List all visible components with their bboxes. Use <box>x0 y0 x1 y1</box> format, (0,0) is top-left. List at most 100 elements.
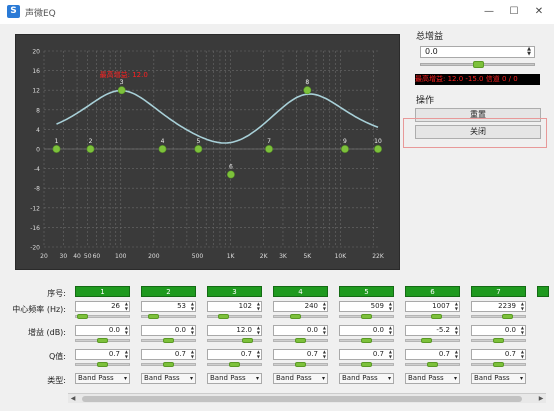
band-freq-slider-thumb[interactable] <box>147 314 159 319</box>
band-header-5[interactable]: 5 <box>339 286 394 297</box>
band-type-select[interactable]: Band Pass ▾ <box>471 373 526 384</box>
spin-arrows-icon[interactable]: ▲ ▼ <box>257 301 260 311</box>
band-header-4[interactable]: 4 <box>273 286 328 297</box>
band-gain-slider-thumb[interactable] <box>242 338 254 343</box>
total-gain-input[interactable]: 0.0 ▲ ▼ <box>420 46 535 58</box>
band-type-select[interactable]: Band Pass ▾ <box>141 373 196 384</box>
band-q-input[interactable]: 0.7 ▲ ▼ <box>141 349 196 360</box>
band-q-input[interactable]: 0.7 ▲ ▼ <box>207 349 262 360</box>
band-gain-input[interactable]: 0.0 ▲ ▼ <box>75 325 130 336</box>
band-gain-slider-thumb[interactable] <box>361 338 372 343</box>
band-gain-input[interactable]: 12.0 ▲ ▼ <box>207 325 262 336</box>
band-gain-slider-thumb[interactable] <box>295 338 306 343</box>
band-freq-input[interactable]: 1007 ▲ ▼ <box>405 301 460 312</box>
spin-arrows-icon[interactable]: ▲ ▼ <box>257 325 260 335</box>
eq-point-label: 7 <box>267 138 271 145</box>
band-gain-input[interactable]: 0.0 ▲ ▼ <box>339 325 394 336</box>
spin-arrows-icon[interactable]: ▲ ▼ <box>125 349 128 359</box>
spin-arrows-icon[interactable]: ▲ ▼ <box>125 325 128 335</box>
spin-arrows-icon[interactable]: ▲ ▼ <box>323 349 326 359</box>
band-gain-slider-thumb[interactable] <box>493 338 504 343</box>
band-header-partial[interactable] <box>537 286 549 297</box>
band-freq-input[interactable]: 53 ▲ ▼ <box>141 301 196 312</box>
spin-arrows-icon[interactable]: ▲ ▼ <box>455 349 458 359</box>
close-button[interactable]: 关闭 <box>415 125 541 139</box>
band-gain-input[interactable]: 0.0 ▲ ▼ <box>471 325 526 336</box>
band-q-input[interactable]: 0.7 ▲ ▼ <box>471 349 526 360</box>
band-type-select[interactable]: Band Pass ▾ <box>273 373 328 384</box>
band-q-input[interactable]: 0.7 ▲ ▼ <box>339 349 394 360</box>
band-freq-slider[interactable] <box>207 315 262 318</box>
band-freq-input[interactable]: 26 ▲ ▼ <box>75 301 130 312</box>
chevron-down-icon[interactable]: ▾ <box>322 374 325 383</box>
chevron-down-icon[interactable]: ▾ <box>454 374 457 383</box>
band-gain-slider-thumb[interactable] <box>421 338 433 343</box>
band-type-select[interactable]: Band Pass ▾ <box>75 373 130 384</box>
band-header-2[interactable]: 2 <box>141 286 196 297</box>
band-gain-input[interactable]: 0.0 ▲ ▼ <box>141 325 196 336</box>
band-freq-slider[interactable] <box>471 315 526 318</box>
spin-arrows-icon[interactable]: ▲ ▼ <box>191 325 194 335</box>
band-header-7[interactable]: 7 <box>471 286 526 297</box>
band-type-select[interactable]: Band Pass ▾ <box>207 373 262 384</box>
app-logo-icon: S <box>7 5 20 18</box>
band-q-slider-thumb[interactable] <box>163 362 174 367</box>
band-type-select[interactable]: Band Pass ▾ <box>339 373 394 384</box>
band-q-slider-thumb[interactable] <box>361 362 372 367</box>
band-gain-slider-thumb[interactable] <box>97 338 108 343</box>
band-q-input[interactable]: 0.7 ▲ ▼ <box>273 349 328 360</box>
spin-arrows-icon[interactable]: ▲ ▼ <box>521 325 524 335</box>
band-gain-input[interactable]: 0.0 ▲ ▼ <box>273 325 328 336</box>
horizontal-scrollbar[interactable]: ◀ ▶ <box>68 393 546 403</box>
band-freq-input[interactable]: 240 ▲ ▼ <box>273 301 328 312</box>
band-header-1[interactable]: 1 <box>75 286 130 297</box>
band-header-3[interactable]: 3 <box>207 286 262 297</box>
spin-arrows-icon[interactable]: ▲ ▼ <box>125 301 128 311</box>
band-type-select[interactable]: Band Pass ▾ <box>405 373 460 384</box>
chevron-down-icon[interactable]: ▾ <box>124 374 127 383</box>
spin-arrows-icon[interactable]: ▲ ▼ <box>521 301 524 311</box>
band-freq-slider-thumb[interactable] <box>77 314 89 319</box>
spin-arrows-icon[interactable]: ▲ ▼ <box>455 301 458 311</box>
band-q-slider-thumb[interactable] <box>97 362 108 367</box>
band-q-input[interactable]: 0.7 ▲ ▼ <box>75 349 130 360</box>
spin-arrows-icon[interactable]: ▲ ▼ <box>257 349 260 359</box>
maximize-button[interactable]: ☐ <box>503 3 525 20</box>
band-q-slider-thumb[interactable] <box>493 362 504 367</box>
band-q-slider-thumb[interactable] <box>229 362 240 367</box>
spin-arrows-icon[interactable]: ▲ ▼ <box>455 325 458 335</box>
spin-arrows-icon[interactable]: ▲ ▼ <box>323 301 326 311</box>
total-gain-slider-thumb[interactable] <box>472 61 484 68</box>
close-window-button[interactable]: ✕ <box>528 3 550 20</box>
spin-arrows-icon[interactable]: ▲ ▼ <box>389 325 392 335</box>
band-freq-input[interactable]: 509 ▲ ▼ <box>339 301 394 312</box>
minimize-button[interactable]: — <box>478 3 500 20</box>
band-gain-slider[interactable] <box>405 339 460 342</box>
spin-arrows-icon[interactable]: ▲ ▼ <box>389 301 392 311</box>
chevron-down-icon[interactable]: ▾ <box>388 374 391 383</box>
band-header-6[interactable]: 6 <box>405 286 460 297</box>
spin-arrows-icon[interactable]: ▲ ▼ <box>525 47 533 57</box>
band-freq-input[interactable]: 102 ▲ ▼ <box>207 301 262 312</box>
chevron-down-icon[interactable]: ▾ <box>520 374 523 383</box>
band-freq-input[interactable]: 2239 ▲ ▼ <box>471 301 526 312</box>
spin-arrows-icon[interactable]: ▲ ▼ <box>191 301 194 311</box>
spin-arrows-icon[interactable]: ▲ ▼ <box>521 349 524 359</box>
band-q-slider-thumb[interactable] <box>427 362 438 367</box>
band-gain-input[interactable]: -5.2 ▲ ▼ <box>405 325 460 336</box>
band-q-input[interactable]: 0.7 ▲ ▼ <box>405 349 460 360</box>
chevron-down-icon[interactable]: ▾ <box>190 374 193 383</box>
band-freq-slider-thumb[interactable] <box>218 314 229 319</box>
scrollbar-thumb[interactable] <box>82 396 522 402</box>
chevron-down-icon[interactable]: ▾ <box>256 374 259 383</box>
band-gain-slider[interactable] <box>207 339 262 342</box>
band-freq-slider-thumb[interactable] <box>431 314 443 319</box>
band-gain-slider-thumb[interactable] <box>163 338 174 343</box>
spin-arrows-icon[interactable]: ▲ ▼ <box>389 349 392 359</box>
spin-arrows-icon[interactable]: ▲ ▼ <box>323 325 326 335</box>
band-freq-slider-thumb[interactable] <box>501 314 513 319</box>
band-freq-slider-thumb[interactable] <box>361 314 372 319</box>
spin-arrows-icon[interactable]: ▲ ▼ <box>191 349 194 359</box>
band-freq-slider-thumb[interactable] <box>289 314 301 319</box>
band-q-slider-thumb[interactable] <box>295 362 306 367</box>
